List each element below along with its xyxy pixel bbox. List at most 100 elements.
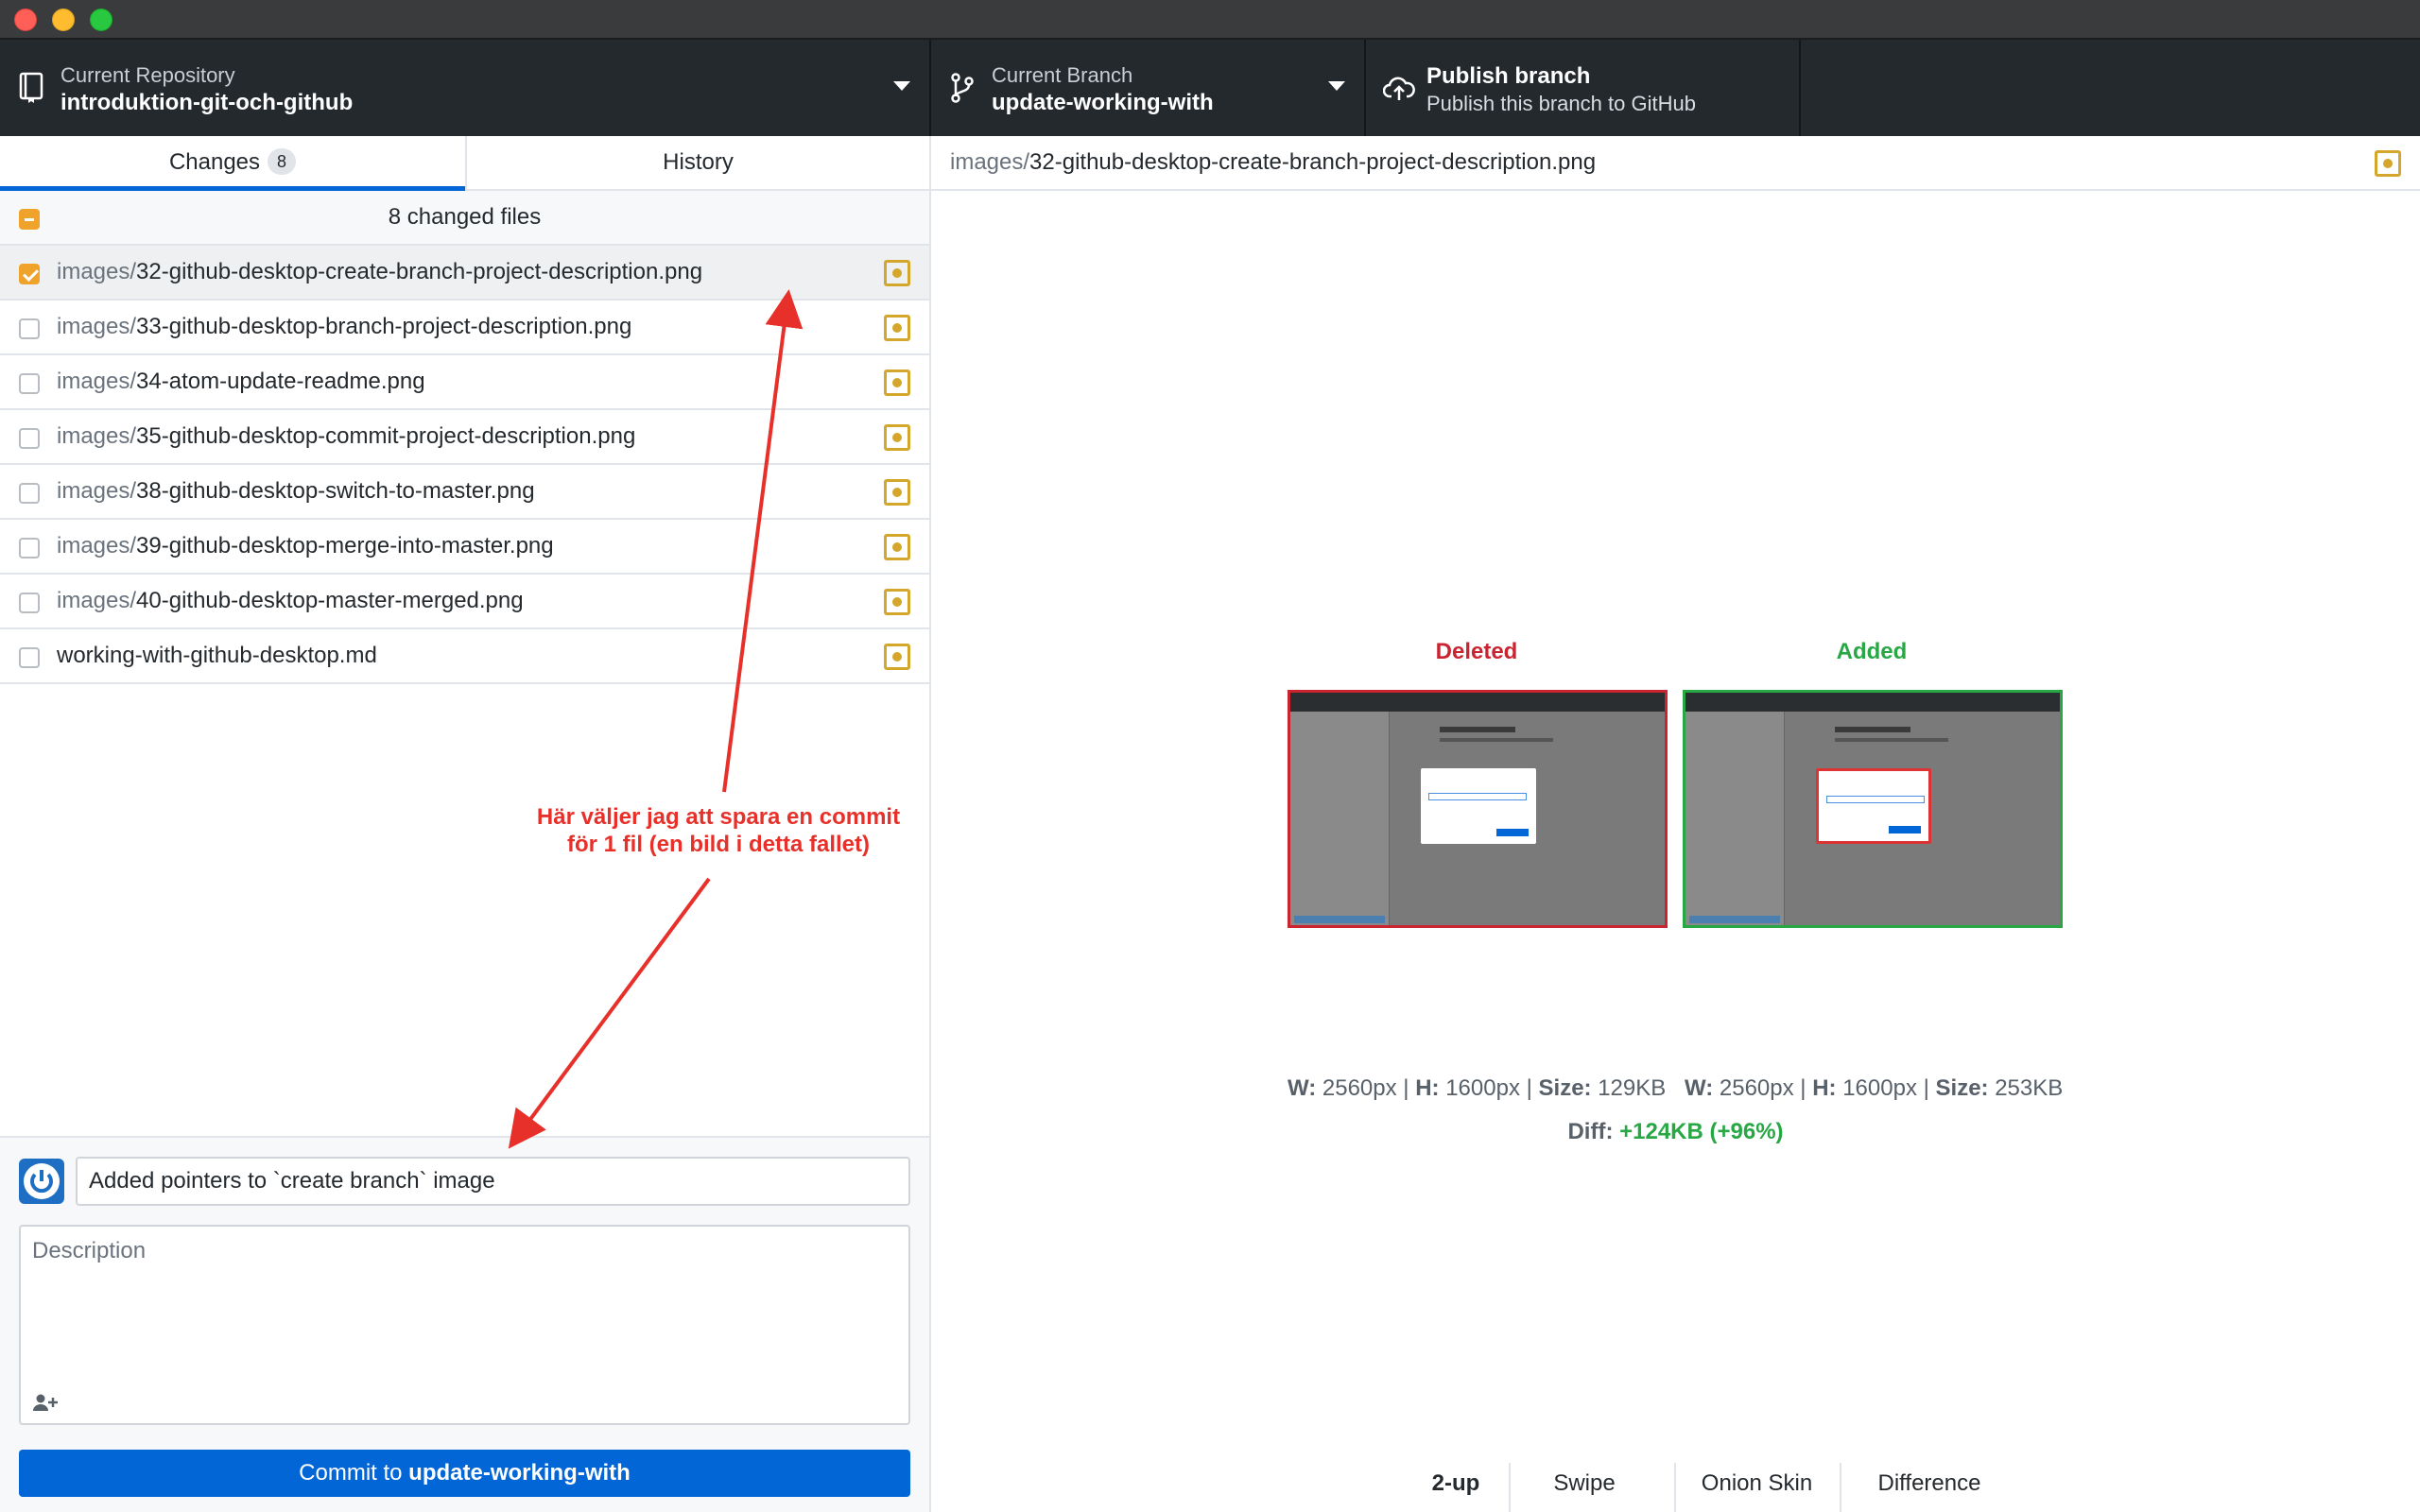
- file-name: 33-github-desktop-branch-project-descrip…: [136, 314, 632, 339]
- file-dir: images/: [57, 478, 137, 504]
- changes-count-badge: 8: [268, 148, 297, 175]
- size-diff-value: +124KB (+96%): [1619, 1119, 1784, 1144]
- modified-status-icon: [884, 479, 910, 506]
- deleted-label: Deleted: [1435, 639, 1518, 664]
- size-diff: Diff: +124KB (+96%): [931, 1119, 2420, 1145]
- file-name: 40-github-desktop-master-merged.png: [136, 588, 524, 613]
- file-path: working-with-github-desktop.md: [57, 629, 377, 682]
- publish-branch-title: Publish branch: [1426, 63, 1591, 89]
- current-repository-button[interactable]: Current Repository introduktion-git-och-…: [0, 40, 931, 136]
- description-placeholder: Description: [32, 1238, 147, 1263]
- commit-button[interactable]: Commit to update-working-with: [19, 1450, 910, 1497]
- changed-files-count: 8 changed files: [388, 204, 542, 230]
- file-name: 38-github-desktop-switch-to-master.png: [136, 478, 535, 504]
- file-checkbox[interactable]: [19, 373, 40, 394]
- power-icon: [24, 1163, 60, 1199]
- file-path: images/38-github-desktop-switch-to-maste…: [57, 465, 535, 518]
- file-path: images/39-github-desktop-merge-into-mast…: [57, 520, 554, 573]
- file-dir: images/: [57, 588, 137, 613]
- file-dir: images/: [57, 369, 137, 394]
- changes-list-header: 8 changed files: [0, 191, 929, 246]
- file-checkbox[interactable]: [19, 647, 40, 668]
- select-all-checkbox[interactable]: [19, 209, 40, 230]
- diff-file-name: 32-github-desktop-create-branch-project-…: [1029, 149, 1597, 175]
- close-window-button[interactable]: [14, 9, 37, 31]
- file-path: images/35-github-desktop-commit-project-…: [57, 410, 635, 463]
- file-checkbox[interactable]: [19, 318, 40, 339]
- chevron-down-icon: [893, 81, 910, 91]
- add-coauthor-icon[interactable]: [32, 1393, 59, 1412]
- repo-icon: [19, 72, 43, 103]
- file-checkbox[interactable]: [19, 428, 40, 449]
- tab-history[interactable]: History: [465, 136, 929, 191]
- commit-description-field[interactable]: Description: [19, 1225, 910, 1425]
- file-dir: images/: [57, 423, 137, 449]
- file-row[interactable]: images/38-github-desktop-switch-to-maste…: [0, 465, 929, 520]
- file-dir: images/: [57, 259, 137, 284]
- current-branch-name: update-working-with: [992, 90, 1214, 115]
- mode-swipe[interactable]: Swipe: [1509, 1455, 1660, 1512]
- file-path: images/33-github-desktop-branch-project-…: [57, 301, 631, 353]
- file-row[interactable]: images/32-github-desktop-create-branch-p…: [0, 246, 929, 301]
- file-dir: images/: [57, 533, 137, 558]
- file-row[interactable]: images/39-github-desktop-merge-into-mast…: [0, 520, 929, 575]
- window-titlebar: [0, 0, 2420, 40]
- modified-status-icon: [884, 534, 910, 560]
- minimize-window-button[interactable]: [52, 9, 75, 31]
- file-name: 39-github-desktop-merge-into-master.png: [136, 533, 554, 558]
- file-name: 35-github-desktop-commit-project-descrip…: [136, 423, 636, 449]
- file-name: 34-atom-update-readme.png: [136, 369, 425, 394]
- current-repository-label: Current Repository: [60, 63, 235, 87]
- commit-summary-input[interactable]: Added pointers to `create branch` image: [76, 1157, 910, 1206]
- toolbar: Current Repository introduktion-git-och-…: [0, 40, 2420, 136]
- modified-status-icon: [884, 589, 910, 615]
- mode-difference[interactable]: Difference: [1840, 1455, 2019, 1512]
- sidebar-tabs: Changes 8 History: [0, 136, 929, 191]
- diff-file-dir: images/: [950, 149, 1030, 175]
- file-name: 32-github-desktop-create-branch-project-…: [136, 259, 703, 284]
- file-checkbox[interactable]: [19, 264, 40, 284]
- modified-status-icon: [884, 424, 910, 451]
- file-row[interactable]: images/34-atom-update-readme.png: [0, 355, 929, 410]
- mode-onion-skin[interactable]: Onion Skin: [1674, 1455, 1840, 1512]
- file-row[interactable]: images/33-github-desktop-branch-project-…: [0, 301, 929, 355]
- deleted-image-preview: [1288, 690, 1668, 928]
- tab-changes-label: Changes: [168, 149, 261, 175]
- avatar: [19, 1159, 64, 1204]
- file-checkbox[interactable]: [19, 593, 40, 613]
- commit-button-prefix: Commit to: [299, 1460, 409, 1486]
- modified-status-icon: [2375, 150, 2401, 177]
- branch-icon: [951, 73, 974, 103]
- file-name: working-with-github-desktop.md: [57, 643, 377, 668]
- changed-files-list: images/32-github-desktop-create-branch-p…: [0, 246, 929, 684]
- diff-header: images/32-github-desktop-create-branch-p…: [931, 136, 2420, 191]
- deleted-image-meta: W: 2560px | H: 1600px | Size: 129KB: [1288, 1075, 1667, 1101]
- added-image-preview: [1683, 690, 2063, 928]
- file-row[interactable]: images/40-github-desktop-master-merged.p…: [0, 575, 929, 629]
- file-checkbox[interactable]: [19, 538, 40, 558]
- modified-status-icon: [884, 369, 910, 396]
- file-dir: images/: [57, 314, 137, 339]
- file-path: images/32-github-desktop-create-branch-p…: [57, 246, 702, 299]
- commit-button-branch: update-working-with: [408, 1460, 631, 1486]
- zoom-window-button[interactable]: [90, 9, 112, 31]
- publish-branch-button[interactable]: Publish branch Publish this branch to Gi…: [1366, 40, 1801, 136]
- added-image-meta: W: 2560px | H: 1600px | Size: 253KB: [1685, 1075, 2064, 1101]
- publish-branch-subtitle: Publish this branch to GitHub: [1426, 92, 1696, 115]
- current-repository-name: introduktion-git-och-github: [60, 90, 354, 115]
- annotation-note: Här väljer jag att spara en commit för 1…: [536, 804, 901, 857]
- size-diff-label: Diff:: [1567, 1119, 1620, 1144]
- modified-status-icon: [884, 260, 910, 286]
- diff-file-path: images/32-github-desktop-create-branch-p…: [950, 136, 1596, 189]
- added-label: Added: [1836, 639, 1908, 664]
- diff-pane: images/32-github-desktop-create-branch-p…: [931, 136, 2420, 1512]
- modified-status-icon: [884, 315, 910, 341]
- file-checkbox[interactable]: [19, 483, 40, 504]
- cloud-upload-icon: [1383, 77, 1415, 100]
- image-diff-modes: 2-up Swipe Onion Skin Difference: [931, 1455, 2420, 1512]
- current-branch-button[interactable]: Current Branch update-working-with: [931, 40, 1366, 136]
- modified-status-icon: [884, 644, 910, 670]
- file-row[interactable]: images/35-github-desktop-commit-project-…: [0, 410, 929, 465]
- tab-changes[interactable]: Changes 8: [0, 136, 465, 191]
- file-row[interactable]: working-with-github-desktop.md: [0, 629, 929, 684]
